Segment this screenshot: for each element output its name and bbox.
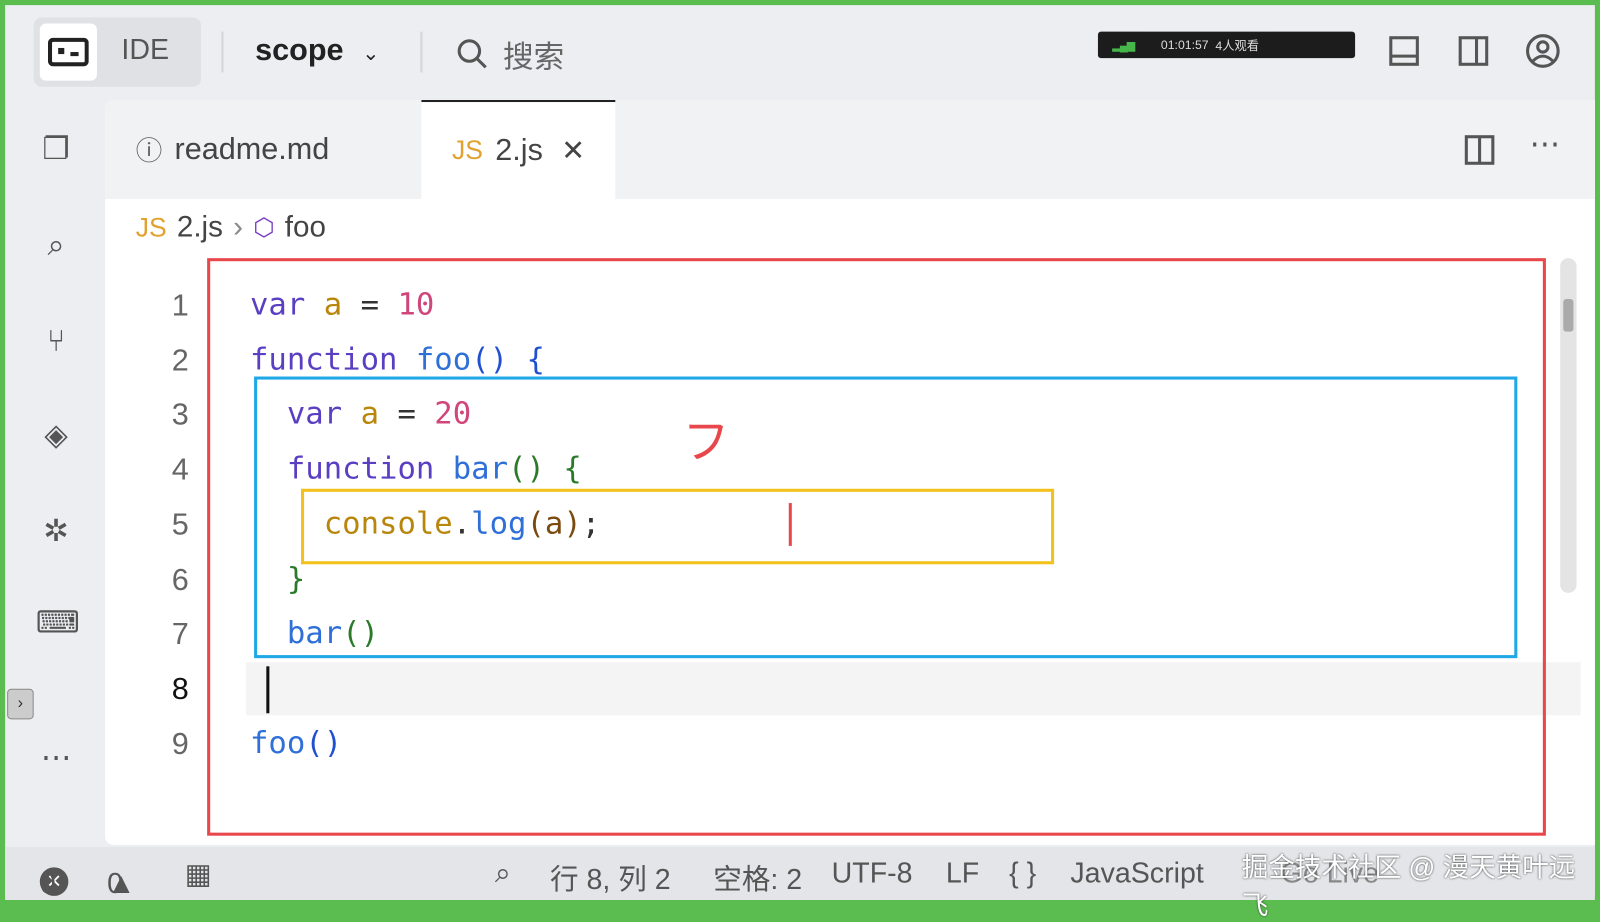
line-number: 3 bbox=[171, 398, 189, 433]
ide-icon bbox=[39, 23, 97, 81]
ide-window: IDE scope ⌄ 搜索 ▂▄▆ 01:01:57 4人观看 ❐ ⌕ ⑂ ◈ … bbox=[0, 0, 1600, 920]
search-input[interactable]: 搜索 bbox=[456, 32, 564, 77]
language-braces-icon[interactable]: { } bbox=[1009, 857, 1036, 890]
tab-2js[interactable]: JS 2.js ✕ bbox=[421, 99, 616, 199]
cursor-position[interactable]: 行 8, 列 2 bbox=[550, 857, 671, 898]
divider bbox=[221, 31, 224, 73]
symbol-icon: ⬡ bbox=[253, 214, 275, 242]
watermark: 掘金技术社区 @ 漫天黄叶远飞 bbox=[1241, 852, 1576, 921]
breadcrumb-symbol[interactable]: foo bbox=[285, 211, 326, 245]
chevron-down-icon: ⌄ bbox=[362, 42, 380, 66]
panel-right-icon[interactable] bbox=[1458, 36, 1489, 67]
explorer-icon[interactable]: ❐ bbox=[36, 130, 77, 171]
signal-icon: ▂▄▆ bbox=[1112, 39, 1135, 52]
project-name: scope bbox=[255, 33, 344, 68]
zoom-icon[interactable]: ⌕ bbox=[495, 857, 511, 891]
scrollbar[interactable] bbox=[1560, 258, 1577, 593]
search-panel-icon[interactable]: ⌕ bbox=[36, 226, 77, 267]
language-mode[interactable]: JavaScript bbox=[1070, 857, 1203, 890]
terminal-icon[interactable]: ▦ bbox=[185, 857, 212, 891]
search-icon bbox=[457, 39, 487, 69]
line-number: 9 bbox=[171, 727, 189, 761]
breadcrumb-file[interactable]: 2.js bbox=[177, 211, 223, 245]
line-number: 5 bbox=[171, 507, 189, 542]
line-number: 1 bbox=[171, 288, 189, 323]
project-dropdown[interactable]: scope ⌄ bbox=[255, 34, 379, 69]
line-number: 8 bbox=[171, 672, 189, 707]
ide-logo-button[interactable]: IDE bbox=[33, 17, 202, 87]
annotation-mark bbox=[788, 503, 792, 546]
divider bbox=[420, 31, 423, 73]
line-number: 2 bbox=[171, 343, 189, 378]
search-placeholder: 搜索 bbox=[503, 40, 565, 75]
status-bar: ✕ 0 ▲ 0 ▦ ⌕ 行 8, 列 2 空格: 2 UTF-8 LF { } … bbox=[5, 846, 1595, 920]
account-icon[interactable] bbox=[1525, 34, 1560, 69]
tab-label: 2.js bbox=[495, 133, 543, 167]
chevron-right-icon: › bbox=[233, 211, 244, 244]
split-editor-icon[interactable] bbox=[1464, 135, 1495, 166]
js-file-icon: JS bbox=[452, 134, 483, 166]
js-file-icon: JS bbox=[135, 212, 167, 243]
close-icon[interactable]: ✕ bbox=[561, 134, 585, 168]
tab-readme[interactable]: ⓘ readme.md bbox=[136, 100, 330, 199]
more-actions-icon[interactable]: ⋯ bbox=[1530, 127, 1561, 163]
handwritten-annotation: フ bbox=[682, 415, 730, 469]
live-viewers: 4人观看 bbox=[1215, 38, 1259, 53]
bar-scope-box bbox=[301, 488, 1055, 565]
breadcrumb: JS 2.js › ⬡ foo bbox=[136, 211, 326, 245]
error-count: 0 bbox=[39, 867, 56, 899]
live-time: 01:01:57 bbox=[1160, 37, 1209, 53]
encoding[interactable]: UTF-8 bbox=[832, 857, 913, 890]
line-number: 7 bbox=[171, 617, 189, 652]
tab-label: readme.md bbox=[174, 132, 330, 166]
ide-label: IDE bbox=[121, 33, 170, 66]
live-indicator: ▂▄▆ 01:01:57 4人观看 bbox=[1097, 31, 1356, 59]
indentation[interactable]: 空格: 2 bbox=[713, 857, 802, 898]
line-ending[interactable]: LF bbox=[946, 857, 979, 890]
warning-count: 0 bbox=[107, 867, 124, 899]
info-icon: ⓘ bbox=[135, 135, 163, 167]
line-number: 6 bbox=[171, 562, 189, 597]
line-number: 4 bbox=[171, 453, 189, 487]
tab-bar: ⓘ readme.md JS 2.js ✕ ⋯ bbox=[105, 99, 1595, 199]
panel-bottom-icon[interactable] bbox=[1389, 36, 1420, 67]
